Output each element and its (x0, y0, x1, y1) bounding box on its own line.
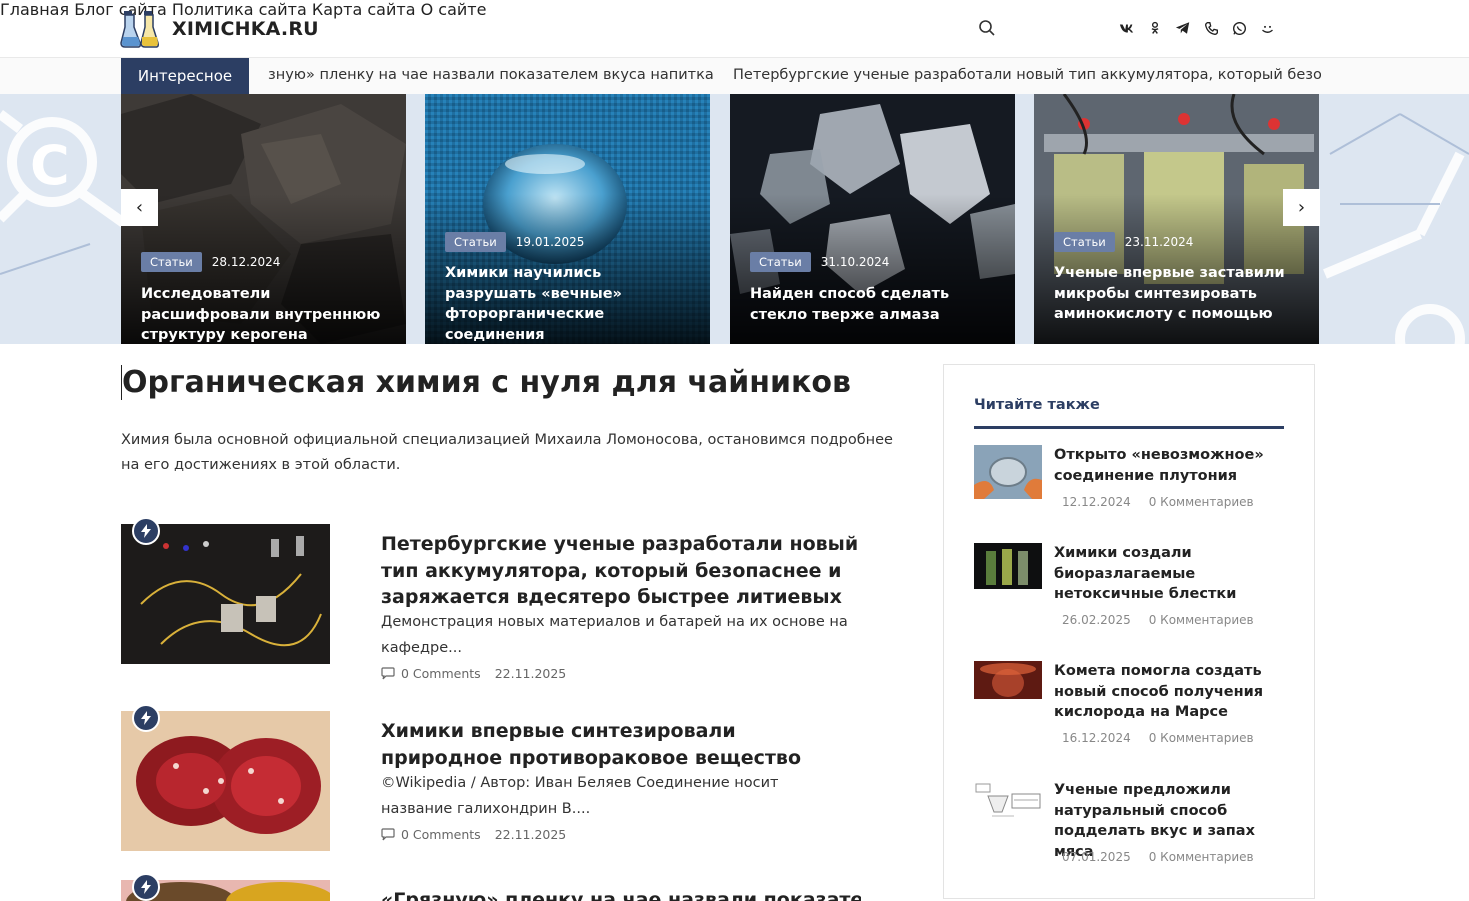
sidebar-thumbnail[interactable] (974, 445, 1042, 499)
news-ticker: Интересное зную» пленку на чае назвали п… (0, 58, 1469, 94)
post-comments[interactable]: 0 Comments (401, 666, 481, 681)
page-intro: Химия была основной официальной специали… (121, 432, 893, 473)
slide[interactable]: Статьи 28.12.2024 Исследователи расшифро… (121, 94, 406, 344)
slide-title[interactable]: Химики научились разрушать «вечные» фтор… (445, 263, 695, 344)
post-comments[interactable]: 0 Comments (401, 827, 481, 842)
post-date: 22.11.2025 (494, 666, 567, 681)
plutonium-sample-image (974, 445, 1042, 499)
post-meta: 0 Comments 22.11.2025 (381, 827, 566, 842)
slide-date: 31.10.2024 (820, 255, 890, 269)
slide-date: 23.11.2024 (1124, 235, 1194, 249)
sidebar-item-date: 07.01.2025 (1062, 850, 1131, 864)
yandex-zen-icon[interactable] (1258, 19, 1276, 37)
post-card: Химики впервые синтезировали природное п… (121, 704, 881, 861)
comet-mars-image (974, 661, 1042, 699)
sidebar-thumbnail[interactable] (974, 661, 1042, 699)
vk-icon[interactable] (1118, 19, 1136, 37)
cancer-cells-image (121, 711, 330, 851)
slide-date: 19.01.2025 (515, 235, 585, 249)
post-title[interactable]: Петербургские ученые разработали новый т… (381, 531, 861, 611)
sidebar-item-title[interactable]: Химики создали биоразлагаемые нетоксичны… (1054, 543, 1286, 605)
trending-bolt-icon (132, 704, 160, 732)
sidebar-item-date: 26.02.2025 (1062, 613, 1131, 627)
site-name: XIMICHKA.RU (172, 18, 319, 40)
sidebar-item-comments[interactable]: 0 Комментариев (1149, 850, 1254, 864)
featured-slider: C Статьи 28.12.2024 Исследователи расшиф… (0, 94, 1469, 344)
post-card: «Грязную» пленку на чае назвали показате… (121, 873, 881, 901)
svg-text:C: C (30, 134, 70, 197)
sidebar-thumbnail[interactable] (974, 780, 1042, 826)
sidebar-item-title[interactable]: Открыто «невозможное» соединение плутони… (1054, 445, 1286, 486)
sidebar-item-meta: 26.02.2025 0 Комментариев (1062, 613, 1254, 627)
site-logo[interactable]: XIMICHKA.RU (120, 8, 319, 50)
odnoklassniki-icon[interactable] (1146, 19, 1164, 37)
sidebar-title: Читайте также (974, 397, 1100, 413)
whatsapp-icon[interactable] (1230, 19, 1248, 37)
sidebar-title-underline (974, 426, 1284, 429)
site-header: XIMICHKA.RU Главная Блог сайта Политика … (0, 0, 1469, 58)
sidebar-item-meta: 12.12.2024 0 Комментариев (1062, 495, 1254, 509)
flask-logo-icon (120, 11, 159, 48)
post-title[interactable]: Химики впервые синтезировали природное п… (381, 718, 861, 771)
slide-date: 28.12.2024 (211, 255, 281, 269)
sidebar-item-date: 16.12.2024 (1062, 731, 1131, 745)
nav-home[interactable]: Главная (0, 0, 69, 19)
trending-bolt-icon (132, 873, 160, 901)
post-title[interactable]: «Грязную» пленку на чае назвали показате… (381, 887, 861, 901)
ticker-item[interactable]: Петербургские ученые разработали новый т… (733, 67, 1321, 83)
trending-bolt-icon (132, 517, 160, 545)
slide-title[interactable]: Ученые впервые заставили микробы синтези… (1054, 263, 1304, 325)
phone-icon[interactable] (1202, 19, 1220, 37)
nav-about[interactable]: О сайте (421, 0, 487, 19)
sidebar-item-comments[interactable]: 0 Комментариев (1149, 495, 1254, 509)
nav-sitemap[interactable]: Карта сайта (312, 0, 416, 19)
battery-lab-image (121, 524, 330, 664)
sidebar-item-comments[interactable]: 0 Комментариев (1149, 731, 1254, 745)
slide-title[interactable]: Исследователи расшифровали внутреннюю ст… (141, 284, 391, 344)
glitter-vials-image (974, 543, 1042, 589)
slider-prev-button[interactable]: ‹ (121, 189, 158, 226)
post-thumbnail[interactable] (121, 711, 330, 851)
comment-icon (381, 667, 395, 680)
ticker-item[interactable]: зную» пленку на чае назвали показателем … (268, 67, 714, 83)
social-links (1118, 19, 1276, 37)
category-badge[interactable]: Статьи (1054, 232, 1115, 252)
comment-icon (381, 828, 395, 841)
category-badge[interactable]: Статьи (141, 252, 202, 272)
sidebar-item-date: 12.12.2024 (1062, 495, 1131, 509)
slide[interactable]: Статьи 19.01.2025 Химики научились разру… (425, 94, 710, 344)
sidebar-item-title[interactable]: Комета помогла создать новый способ полу… (1054, 661, 1286, 723)
post-card: Петербургские ученые разработали новый т… (121, 517, 881, 684)
post-excerpt: ©Wikipedia / Автор: Иван Беляев Соединен… (381, 775, 779, 817)
slide-title[interactable]: Найден способ сделать стекло тверже алма… (750, 284, 1000, 325)
sidebar-thumbnail[interactable] (974, 543, 1042, 589)
post-excerpt: Демонстрация новых материалов и батарей … (381, 614, 848, 656)
post-meta: 0 Comments 22.11.2025 (381, 666, 566, 681)
post-date: 22.11.2025 (494, 827, 567, 842)
category-badge[interactable]: Статьи (750, 252, 811, 272)
sidebar-item-meta: 16.12.2024 0 Комментариев (1062, 731, 1254, 745)
telegram-icon[interactable] (1174, 19, 1192, 37)
sidebar-item-comments[interactable]: 0 Комментариев (1149, 613, 1254, 627)
ticker-label: Интересное (121, 58, 249, 94)
page-title: Органическая химия с нуля для чайников (121, 365, 851, 400)
post-thumbnail[interactable] (121, 524, 330, 664)
slide[interactable]: Статьи 23.11.2024 Ученые впервые застави… (1034, 94, 1319, 344)
search-icon[interactable] (978, 19, 996, 37)
sidebar-related: Читайте также Открыто «невозможное» соед… (943, 364, 1315, 899)
slide[interactable]: Статьи 31.10.2024 Найден способ сделать … (730, 94, 1015, 344)
meat-flavor-diagram-image (974, 780, 1042, 826)
sidebar-item-meta: 07.01.2025 0 Комментариев (1062, 850, 1254, 864)
ticker-track: зную» пленку на чае назвали показателем … (249, 58, 1321, 94)
slider-next-button[interactable]: › (1283, 189, 1320, 226)
category-badge[interactable]: Статьи (445, 232, 506, 252)
